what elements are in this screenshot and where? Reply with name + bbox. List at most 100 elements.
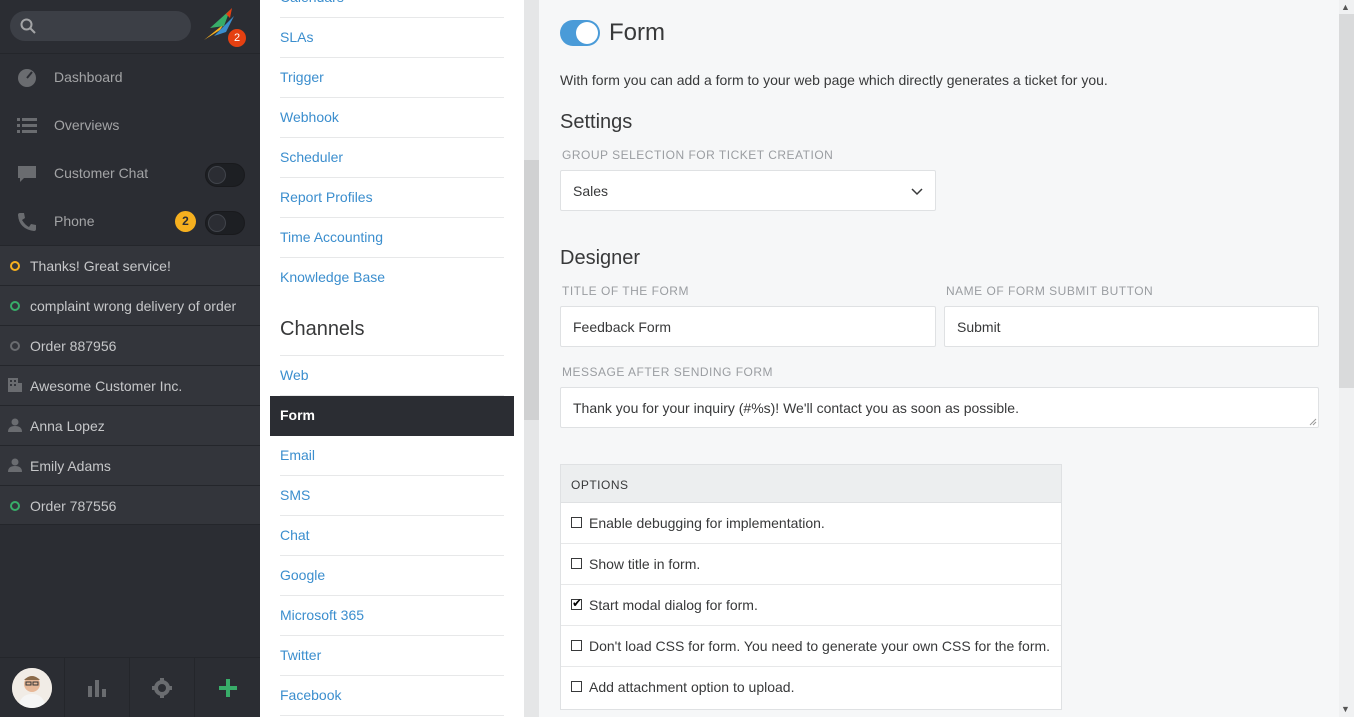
page-title: Form xyxy=(609,19,665,46)
option-label: Start modal dialog for form. xyxy=(589,597,758,613)
task-item[interactable]: Awesome Customer Inc. xyxy=(0,365,260,405)
message-textarea[interactable]: Thank you for your inquiry (#%s)! We'll … xyxy=(560,387,1319,428)
settings-menu-item-calendars[interactable]: Calendars xyxy=(280,0,504,18)
avatar xyxy=(12,668,52,708)
options-header: OPTIONS xyxy=(561,465,1061,503)
option-row[interactable]: Don't load CSS for form. You need to gen… xyxy=(561,626,1061,667)
task-label: complaint wrong delivery of order xyxy=(30,298,237,314)
admin-settings-button[interactable] xyxy=(130,658,195,717)
notification-badge: 2 xyxy=(228,29,246,47)
task-item[interactable]: Order 887956 xyxy=(0,325,260,365)
settings-menu-item-sms[interactable]: SMS xyxy=(280,476,504,516)
group-selection-label: Group selection for Ticket creation xyxy=(562,148,834,162)
page-description: With form you can add a form to your web… xyxy=(560,72,1108,88)
ticket-status-icon xyxy=(10,341,20,351)
settings-menu-item-form[interactable]: Form xyxy=(270,396,514,436)
option-label: Add attachment option to upload. xyxy=(589,679,795,695)
settings-menu-item-microsoft-365[interactable]: Microsoft 365 xyxy=(280,596,504,636)
nav-item-label: Overviews xyxy=(54,117,120,133)
chevron-down-icon xyxy=(911,188,923,196)
checkbox[interactable] xyxy=(571,681,582,692)
dashboard-icon xyxy=(18,69,36,87)
settings-menu-scrollbar[interactable] xyxy=(524,0,539,717)
scroll-down-icon[interactable]: ▼ xyxy=(1341,704,1350,714)
task-label: Emily Adams xyxy=(30,458,111,474)
settings-menu-item-knowledge-base[interactable]: Knowledge Base xyxy=(280,258,504,298)
settings-menu-item-slas[interactable]: SLAs xyxy=(280,18,504,58)
gear-icon xyxy=(152,678,172,698)
customer-chat-toggle[interactable] xyxy=(205,163,245,187)
task-item[interactable]: Emily Adams xyxy=(0,445,260,485)
nav-item-overviews[interactable]: Overviews xyxy=(0,102,260,150)
submit-button-name-label: Name of form submit button xyxy=(946,284,1154,298)
nav-item-phone[interactable]: Phone 2 xyxy=(0,198,260,246)
phone-icon xyxy=(18,213,36,231)
organization-icon xyxy=(8,378,22,392)
nav-footer xyxy=(0,657,260,717)
settings-menu: Calendars SLAs Trigger Webhook Scheduler… xyxy=(260,0,524,717)
form-title-input[interactable]: Feedback Form xyxy=(560,306,936,347)
group-select-value: Sales xyxy=(573,183,609,199)
phone-toggle[interactable] xyxy=(205,211,245,235)
form-title-value: Feedback Form xyxy=(573,319,672,335)
list-icon xyxy=(17,118,37,133)
search-input[interactable] xyxy=(10,11,191,41)
task-label: Order 887956 xyxy=(30,338,117,354)
group-select[interactable]: Sales xyxy=(560,170,936,211)
scroll-up-icon[interactable]: ▲ xyxy=(1341,2,1350,12)
channels-heading: Channels xyxy=(280,318,365,340)
add-new-button[interactable] xyxy=(195,658,260,717)
settings-heading: Settings xyxy=(560,111,633,133)
form-title-label: Title of the form xyxy=(562,284,689,298)
app-logo[interactable]: 2 xyxy=(200,6,246,47)
submit-button-name-input[interactable]: Submit xyxy=(944,306,1319,347)
main-scrollbar[interactable]: ▲ ▼ xyxy=(1339,0,1354,717)
option-row[interactable]: Show title in form. xyxy=(561,544,1061,585)
message-value: Thank you for your inquiry (#%s)! We'll … xyxy=(573,400,1019,416)
scrollbar-thumb[interactable] xyxy=(524,160,539,420)
task-item[interactable]: Anna Lopez xyxy=(0,405,260,445)
checkbox[interactable] xyxy=(571,558,582,569)
form-enabled-toggle[interactable] xyxy=(560,20,600,46)
scrollbar-thumb[interactable] xyxy=(1339,14,1354,388)
chat-icon xyxy=(18,166,36,182)
settings-menu-item-report-profiles[interactable]: Report Profiles xyxy=(280,178,504,218)
option-row[interactable]: Add attachment option to upload. xyxy=(561,667,1061,708)
options-table: OPTIONS Enable debugging for implementat… xyxy=(560,464,1062,710)
message-label: Message after sending form xyxy=(562,365,774,379)
ticket-status-icon xyxy=(10,301,20,311)
option-label: Show title in form. xyxy=(589,556,701,572)
settings-menu-item-twitter[interactable]: Twitter xyxy=(280,636,504,676)
checkbox[interactable] xyxy=(571,640,582,651)
nav-item-label: Phone xyxy=(54,213,95,229)
checkbox[interactable] xyxy=(571,517,582,528)
plus-icon xyxy=(219,679,237,697)
settings-menu-item-chat[interactable]: Chat xyxy=(280,516,504,556)
option-row[interactable]: ✔ Start modal dialog for form. xyxy=(561,585,1061,626)
main-navigation: 2 Dashboard Overviews Customer Chat Phon… xyxy=(0,0,260,717)
settings-menu-item-facebook[interactable]: Facebook xyxy=(280,676,504,716)
task-item[interactable]: complaint wrong delivery of order xyxy=(0,285,260,325)
resize-handle-icon[interactable] xyxy=(1309,418,1317,426)
task-item[interactable]: Order 787556 xyxy=(0,485,260,525)
settings-menu-item-email[interactable]: Email xyxy=(280,436,504,476)
settings-menu-item-google[interactable]: Google xyxy=(280,556,504,596)
ticket-status-icon xyxy=(10,261,20,271)
nav-item-dashboard[interactable]: Dashboard xyxy=(0,54,260,102)
checkbox-checked[interactable]: ✔ xyxy=(571,597,582,610)
option-row[interactable]: Enable debugging for implementation. xyxy=(561,503,1061,544)
task-label: Order 787556 xyxy=(30,498,117,514)
user-icon xyxy=(8,418,22,432)
nav-item-customer-chat[interactable]: Customer Chat xyxy=(0,150,260,198)
reports-button[interactable] xyxy=(65,658,130,717)
nav-item-label: Dashboard xyxy=(54,69,123,85)
task-item[interactable]: Thanks! Great service! xyxy=(0,245,260,285)
settings-menu-item-trigger[interactable]: Trigger xyxy=(280,58,504,98)
settings-menu-item-web[interactable]: Web xyxy=(280,356,504,396)
task-label: Awesome Customer Inc. xyxy=(30,378,183,394)
settings-menu-item-scheduler[interactable]: Scheduler xyxy=(280,138,504,178)
settings-menu-item-webhook[interactable]: Webhook xyxy=(280,98,504,138)
settings-menu-item-time-accounting[interactable]: Time Accounting xyxy=(280,218,504,258)
user-avatar-button[interactable] xyxy=(0,658,65,717)
ticket-status-icon xyxy=(10,501,20,511)
